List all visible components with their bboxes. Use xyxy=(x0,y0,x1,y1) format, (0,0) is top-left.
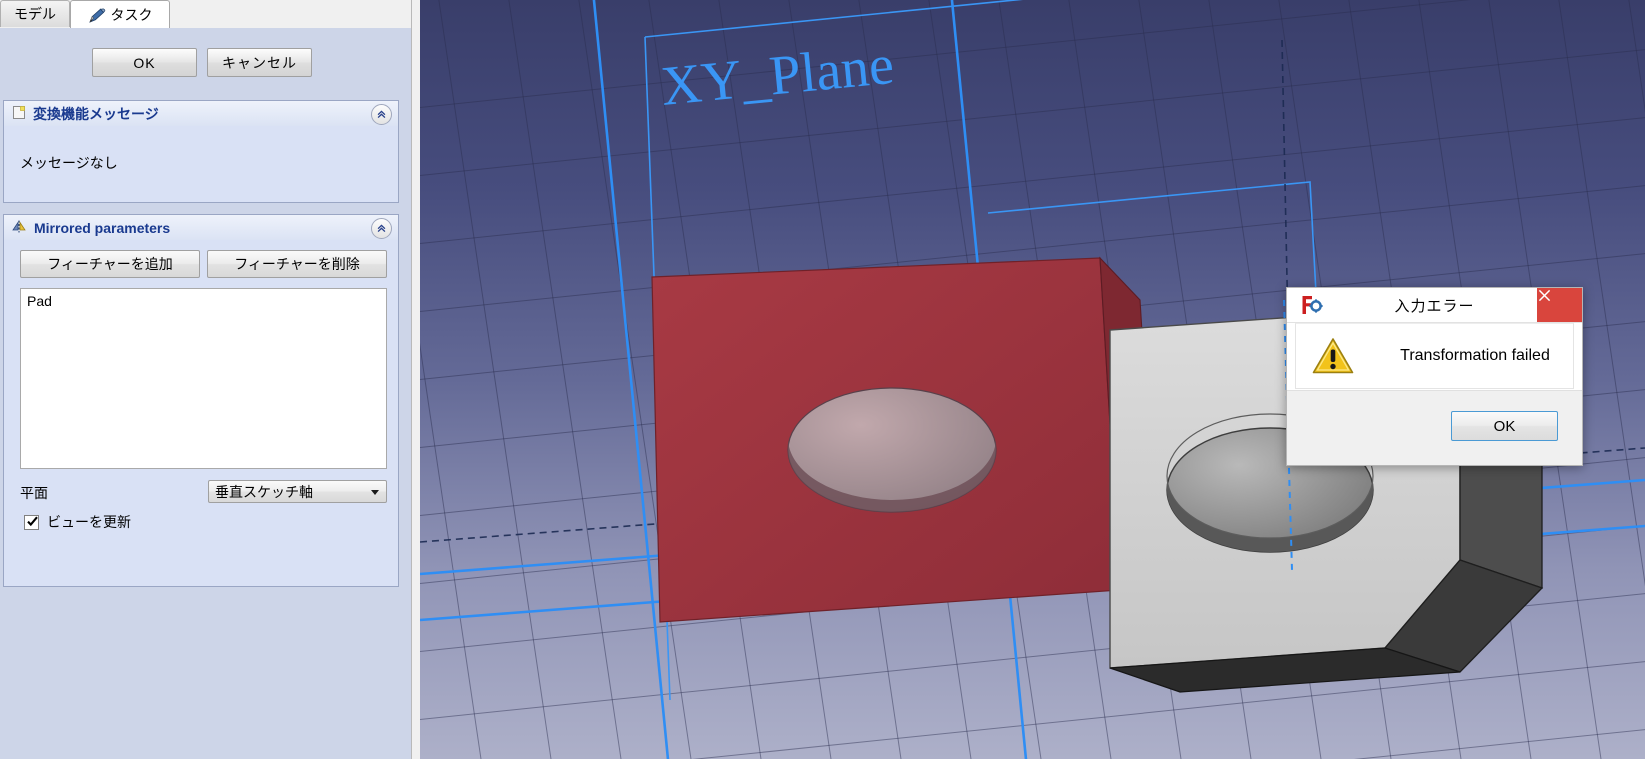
warning-triangle-icon xyxy=(1312,337,1354,375)
close-icon xyxy=(1538,289,1551,302)
plane-select[interactable]: 垂直スケッチ軸 xyxy=(208,480,387,503)
plane-label: 平面 xyxy=(20,485,48,501)
collapse-mirrored-parameters-button[interactable] xyxy=(371,218,392,239)
error-dialog: 入力エラー Transformation failed OK xyxy=(1286,287,1583,466)
close-button[interactable] xyxy=(1537,288,1582,322)
transform-message-title: 変換機能メッセージ xyxy=(33,105,159,122)
chevron-double-up-icon xyxy=(377,224,386,233)
panel-tab-bar: モデル タスク xyxy=(0,0,420,29)
mirrored-parameters-title: Mirrored parameters xyxy=(34,219,171,236)
check-icon xyxy=(27,516,38,526)
update-view-checkbox[interactable] xyxy=(24,514,39,530)
dialog-ok-button[interactable]: OK xyxy=(1451,411,1558,441)
3d-viewport[interactable]: XY_Plane 入力エラー Transformation failed OK xyxy=(420,0,1645,759)
note-icon xyxy=(12,105,27,123)
mirrored-parameters-group: Mirrored parameters フィーチャーを追加 フィーチャーを削除 … xyxy=(3,214,399,587)
plane-row: 平面 垂直スケッチ軸 xyxy=(20,480,387,504)
transform-message-group: 変換機能メッセージ メッセージなし xyxy=(3,100,399,203)
cancel-button[interactable]: キャンセル xyxy=(207,48,312,77)
dialog-message: Transformation failed xyxy=(1400,347,1550,364)
collapse-transform-message-button[interactable] xyxy=(371,104,392,125)
transform-message-header[interactable]: 変換機能メッセージ xyxy=(4,101,398,127)
dialog-button-bar: OK xyxy=(1287,390,1582,465)
update-view-label: ビューを更新 xyxy=(47,514,131,530)
add-feature-button[interactable]: フィーチャーを追加 xyxy=(20,250,200,278)
plane-select-value: 垂直スケッチ軸 xyxy=(215,483,313,500)
feature-list[interactable]: Pad xyxy=(20,288,387,469)
update-view-row[interactable]: ビューを更新 xyxy=(24,512,131,532)
task-panel-body: OK キャンセル 変換機能メッセージ メッセージなし Mirrored para… xyxy=(0,28,420,759)
tab-model[interactable]: モデル xyxy=(0,0,70,27)
mirrored-feature-icon xyxy=(12,219,28,237)
tab-tasks[interactable]: タスク xyxy=(70,0,170,28)
pencil-icon xyxy=(88,7,106,24)
task-action-row: OK キャンセル xyxy=(0,48,410,78)
panel-splitter[interactable] xyxy=(411,0,420,759)
tab-tasks-label: タスク xyxy=(110,6,153,23)
dialog-titlebar: 入力エラー xyxy=(1287,288,1582,323)
transform-message-body: メッセージなし xyxy=(4,126,398,202)
tab-model-label: モデル xyxy=(14,6,56,22)
list-item[interactable]: Pad xyxy=(21,289,386,311)
remove-feature-button[interactable]: フィーチャーを削除 xyxy=(207,250,387,278)
combo-view-panel: モデル タスク OK キャンセル 変換機能メッセージ メッセージなし Mirro… xyxy=(0,0,420,759)
transform-message-text: メッセージなし xyxy=(20,155,118,171)
mirrored-parameters-header[interactable]: Mirrored parameters xyxy=(4,215,398,241)
chevron-down-icon xyxy=(371,490,379,495)
mirrored-solid[interactable] xyxy=(651,256,1161,623)
mirrored-parameters-body: フィーチャーを追加 フィーチャーを削除 Pad 平面 垂直スケッチ軸 ビューを更… xyxy=(4,240,398,586)
freecad-window: モデル タスク OK キャンセル 変換機能メッセージ メッセージなし Mirro… xyxy=(0,0,1645,759)
dialog-content: Transformation failed xyxy=(1295,323,1574,389)
ok-button[interactable]: OK xyxy=(92,48,197,77)
chevron-double-up-icon xyxy=(377,110,386,119)
